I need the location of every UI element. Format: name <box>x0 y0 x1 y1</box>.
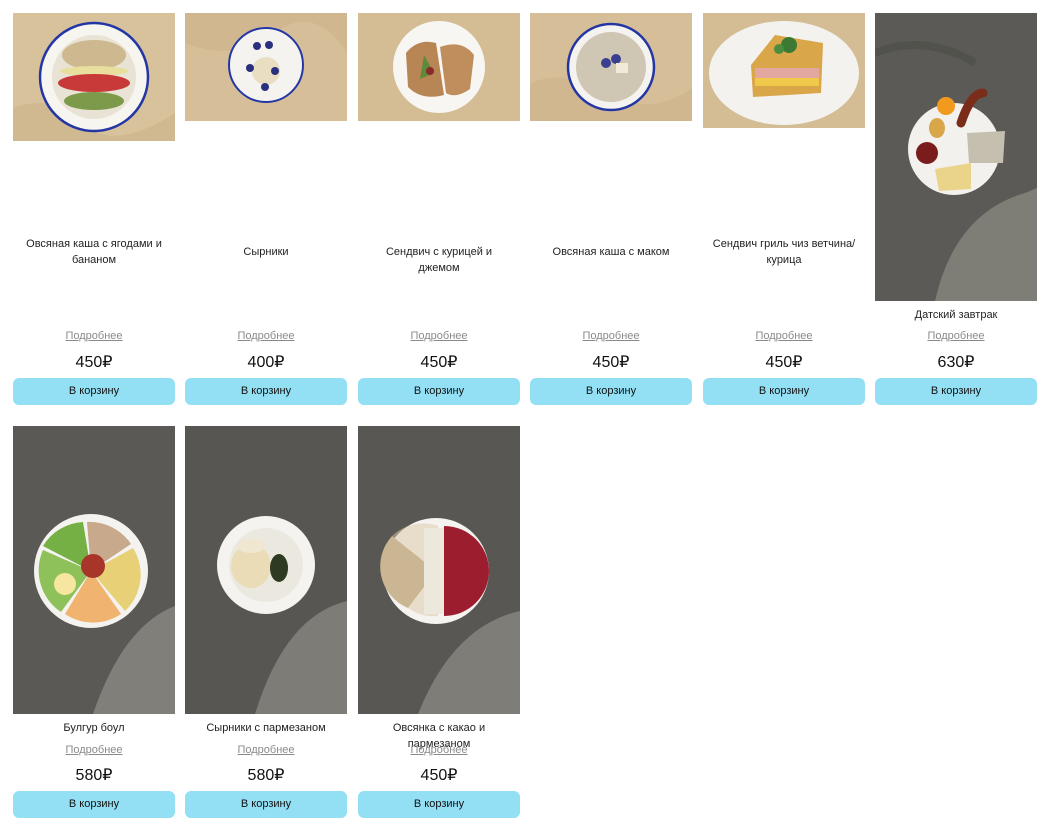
product-card: Булгур боул Подробнее 580₽ В корзину <box>13 426 175 826</box>
add-to-cart-button[interactable]: В корзину <box>13 378 175 405</box>
product-price: 450₽ <box>765 354 803 371</box>
product-card: Сендвич с курицей и джемом Подробнее 450… <box>358 13 520 413</box>
syrniki-photo[interactable] <box>185 13 347 121</box>
product-card: Сырники Подробнее 400₽ В корзину <box>185 13 347 413</box>
product-name: Булгур боул <box>63 722 125 734</box>
product-price: 580₽ <box>75 767 113 784</box>
product-card: Датский завтрак Подробнее 630₽ В корзину <box>875 13 1037 413</box>
more-link[interactable]: Подробнее <box>185 329 347 343</box>
product-card: Сендвич гриль чиз ветчина/курица Подробн… <box>703 13 865 413</box>
bulgur-bowl-photo[interactable] <box>13 426 175 714</box>
product-price: 400₽ <box>247 354 285 371</box>
grilled-cheese-sandwich-photo[interactable] <box>703 13 865 128</box>
product-card: Сырники с пармезаном Подробнее 580₽ В ко… <box>185 426 347 826</box>
add-to-cart-button[interactable]: В корзину <box>530 378 692 405</box>
more-link[interactable]: Подробнее <box>875 329 1037 343</box>
product-name: Сендвич гриль чиз ветчина/курица <box>712 238 856 266</box>
product-name: Овсяная каша с маком <box>552 246 670 258</box>
more-link[interactable]: Подробнее <box>13 329 175 343</box>
more-link[interactable]: Подробнее <box>13 743 175 757</box>
add-to-cart-button[interactable]: В корзину <box>358 378 520 405</box>
more-link[interactable]: Подробнее <box>703 329 865 343</box>
product-name: Датский завтрак <box>914 309 998 321</box>
product-name: Овсяная каша с ягодами и бананом <box>26 238 162 266</box>
oatmeal-cocoa-parmesan-photo[interactable] <box>358 426 520 714</box>
more-link[interactable]: Подробнее <box>358 743 520 757</box>
product-card: Овсяная каша с ягодами и бананом Подробн… <box>13 13 175 413</box>
product-name: Сырники <box>243 246 289 258</box>
more-link[interactable]: Подробнее <box>358 329 520 343</box>
product-price: 580₽ <box>247 767 285 784</box>
more-link[interactable]: Подробнее <box>185 743 347 757</box>
more-link[interactable]: Подробнее <box>530 329 692 343</box>
add-to-cart-button[interactable]: В корзину <box>703 378 865 405</box>
add-to-cart-button[interactable]: В корзину <box>185 791 347 818</box>
product-name: Сендвич с курицей и джемом <box>385 246 493 274</box>
product-price: 630₽ <box>937 354 975 371</box>
add-to-cart-button[interactable]: В корзину <box>185 378 347 405</box>
sandwich-chicken-jam-photo[interactable] <box>358 13 520 121</box>
oatmeal-poppy-photo[interactable] <box>530 13 692 121</box>
product-price: 450₽ <box>75 354 113 371</box>
add-to-cart-button[interactable]: В корзину <box>358 791 520 818</box>
oatmeal-berries-banana-photo[interactable] <box>13 13 175 141</box>
syrniki-parmesan-photo[interactable] <box>185 426 347 714</box>
product-price: 450₽ <box>420 767 458 784</box>
product-card: Овсянка с какао и пармезаном Подробнее 4… <box>358 426 520 826</box>
product-name: Сырники с пармезаном <box>206 722 326 734</box>
add-to-cart-button[interactable]: В корзину <box>875 378 1037 405</box>
product-card: Овсяная каша с маком Подробнее 450₽ В ко… <box>530 13 692 413</box>
danish-breakfast-photo[interactable] <box>875 13 1037 301</box>
add-to-cart-button[interactable]: В корзину <box>13 791 175 818</box>
product-price: 450₽ <box>592 354 630 371</box>
product-price: 450₽ <box>420 354 458 371</box>
